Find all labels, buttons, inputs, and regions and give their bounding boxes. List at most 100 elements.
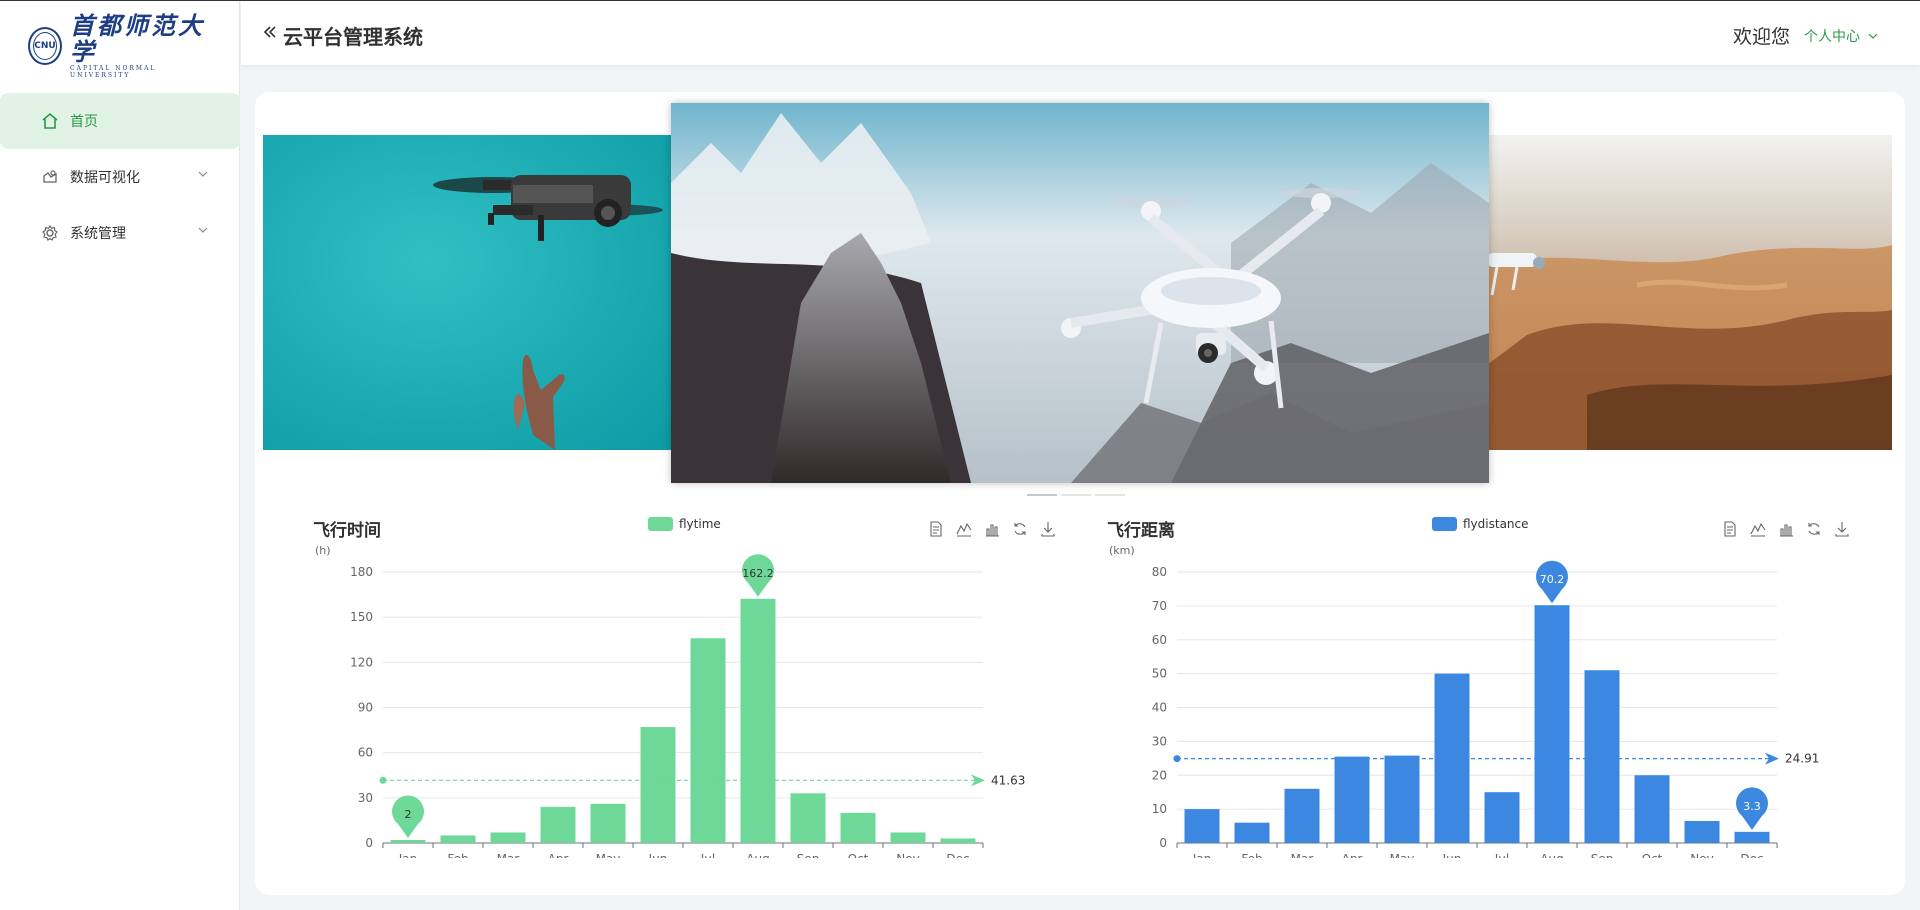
y-tick-label: 50 (1152, 667, 1167, 681)
bar (1584, 670, 1620, 843)
home-icon (40, 111, 60, 131)
sidebar-item-home[interactable]: 首页 (0, 93, 240, 149)
sidebar-item-label: 数据可视化 (70, 170, 140, 186)
y-tick-label: 90 (358, 701, 373, 715)
x-tick-label: Nov (896, 852, 919, 858)
x-tick-label: Apr (548, 852, 569, 858)
y-tick-label: 80 (1152, 565, 1167, 579)
sidebar-menu: 首页 数据可视化 系统管理 (0, 93, 240, 261)
y-tick-label: 0 (365, 836, 373, 850)
bar (740, 598, 776, 843)
bar (1634, 775, 1670, 843)
bar (790, 793, 826, 843)
x-tick-label: May (1390, 852, 1415, 858)
sidebar: CNU 首都师范大学 CAPITAL NORMAL UNIVERSITY 首页 … (0, 1, 240, 910)
x-tick-label: Jun (648, 852, 668, 858)
carousel-slide-next[interactable] (1487, 135, 1892, 450)
flytime-chart-panel: 飞行时间 (h) flytime 0306090120150180JanFebM… (313, 508, 1073, 858)
y-tick-label: 10 (1152, 802, 1167, 816)
user-center-dropdown[interactable]: 个人中心 (1804, 26, 1878, 46)
bar (840, 812, 876, 843)
welcome-text: 欢迎您 (1732, 26, 1790, 48)
x-tick-label: Mar (1291, 852, 1314, 858)
bar (1184, 809, 1220, 843)
carousel-indicators (1027, 494, 1125, 496)
bar (940, 838, 976, 843)
bar (490, 832, 526, 843)
logo-seal: CNU (28, 27, 63, 65)
mark-line-label: 41.63 (991, 773, 1025, 787)
y-tick-label: 150 (350, 610, 373, 624)
bar (540, 806, 576, 843)
y-tick-label: 180 (350, 565, 373, 579)
y-tick-label: 0 (1159, 836, 1167, 850)
carousel-indicator[interactable] (1095, 494, 1125, 496)
bar (1534, 605, 1570, 843)
bar (440, 835, 476, 843)
sidebar-item-data-visualization[interactable]: 数据可视化 (0, 149, 240, 205)
chevron-down-icon (1868, 33, 1878, 39)
gear-icon (40, 223, 60, 243)
flydistance-bar-chart: 0 10 20 30 40 50 60 70 80 Jan Feb Mar Apr May Jun Jul Au… (1152, 560, 1819, 858)
chevron-down-icon (198, 227, 208, 233)
y-tick-label: 30 (358, 791, 373, 805)
bar (390, 839, 426, 843)
x-tick-label: Oct (848, 852, 869, 858)
logo-en-name: CAPITAL NORMAL UNIVERSITY (70, 65, 157, 79)
logo-text: 首都师范大学 CAPITAL NORMAL UNIVERSITY (70, 11, 213, 80)
sidebar-item-system-management[interactable]: 系统管理 (0, 205, 240, 261)
x-tick-label: Nov (1690, 852, 1713, 858)
user-center-label: 个人中心 (1804, 29, 1860, 45)
x-tick-label: Dec (1740, 852, 1763, 858)
bar (1734, 831, 1770, 843)
x-tick-label: Jul (1494, 852, 1509, 858)
carousel-slide-active[interactable] (671, 103, 1489, 483)
x-tick-label: Jul (700, 852, 715, 858)
drone-mountains-image (671, 103, 1489, 483)
y-tick-label: 70 (1152, 599, 1167, 613)
y-tick-label: 40 (1152, 701, 1167, 715)
mark-point-label: 70.2 (1540, 573, 1565, 586)
x-tick-label: Feb (447, 852, 468, 858)
page-title: 云平台管理系统 (283, 25, 423, 49)
mark-point-label: 162.2 (742, 567, 774, 580)
x-tick-label: Jan (1192, 852, 1212, 858)
y-tick-label: 60 (1152, 633, 1167, 647)
bar (1284, 788, 1320, 843)
x-tick-label: Jan (398, 852, 418, 858)
bar (590, 803, 626, 843)
image-carousel[interactable] (263, 103, 1897, 483)
bar (1684, 820, 1720, 843)
carousel-indicator[interactable] (1027, 494, 1057, 496)
x-tick-label: Jun (1442, 852, 1462, 858)
sidebar-item-label: 系统管理 (70, 226, 126, 242)
logo-seal-text: CNU (34, 41, 56, 51)
bar (1484, 792, 1520, 843)
x-tick-label: Dec (946, 852, 969, 858)
chevron-down-icon (198, 171, 208, 177)
top-header: 云平台管理系统 欢迎您 个人中心 (241, 1, 1920, 65)
x-tick-label: Apr (1342, 852, 1363, 858)
y-tick-label: 120 (350, 655, 373, 669)
bar (690, 638, 726, 843)
x-tick-label: Mar (497, 852, 520, 858)
carousel-indicator[interactable] (1061, 494, 1091, 496)
x-tick-label: Aug (1540, 852, 1563, 858)
bar (1334, 756, 1370, 843)
flytime-bar-chart: 0 30 60 90 120 150 180 Jan Feb Mar Apr May Jun Jul Aug… (350, 554, 1025, 858)
drone-desert-image (1487, 135, 1892, 450)
x-tick-label: Sep (797, 852, 820, 858)
university-logo[interactable]: CNU 首都师范大学 CAPITAL NORMAL UNIVERSITY (28, 13, 213, 79)
drone-hand-image (263, 135, 673, 450)
logo-cn-name: 首都师范大学 (70, 11, 206, 66)
chart-icon (40, 167, 60, 187)
mark-point-label: 3.3 (1743, 800, 1761, 813)
y-tick-label: 30 (1152, 734, 1167, 748)
carousel-slide-prev[interactable] (263, 135, 673, 450)
collapse-sidebar-icon[interactable] (263, 25, 277, 39)
mark-point-label: 2 (405, 808, 412, 821)
bar (640, 727, 676, 843)
y-tick-label: 60 (358, 746, 373, 760)
x-tick-label: Aug (746, 852, 769, 858)
x-tick-label: Sep (1591, 852, 1614, 858)
